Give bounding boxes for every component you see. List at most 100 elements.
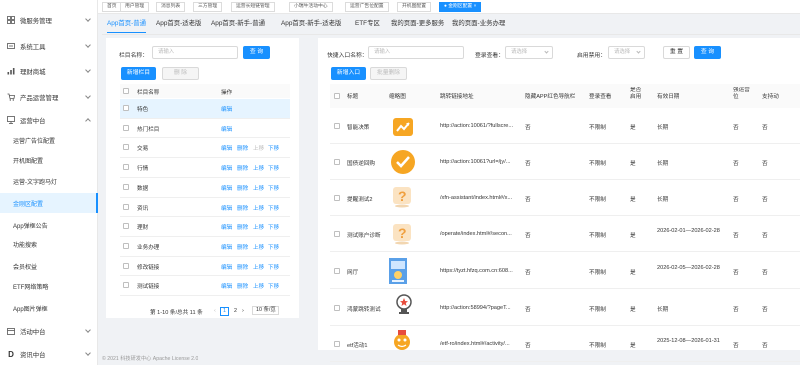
sidebar-sub-splash-config[interactable]: 开机图配置	[0, 150, 98, 170]
row-checkbox[interactable]	[123, 105, 129, 111]
move-down-link[interactable]: 下移	[268, 184, 279, 192]
row-checkbox[interactable]	[334, 231, 340, 237]
move-up-link[interactable]: 上移	[253, 164, 264, 172]
batch-delete-button[interactable]: 批量删除	[370, 67, 407, 80]
sidebar-item-system-tools[interactable]: 系统工具	[0, 35, 98, 57]
move-up-link[interactable]: 上移	[253, 144, 264, 152]
move-up-link[interactable]: 上移	[253, 282, 264, 290]
column-search-button[interactable]: 查 询	[243, 46, 270, 59]
add-column-button[interactable]: 新增栏目	[121, 67, 156, 80]
edit-link[interactable]: 编辑	[221, 144, 232, 152]
move-up-link[interactable]: 上移	[253, 223, 264, 231]
reset-button[interactable]: 重 置	[663, 46, 690, 59]
row-checkbox[interactable]	[123, 183, 129, 190]
move-up-link[interactable]: 上移	[253, 204, 264, 212]
delete-link[interactable]: 删除	[237, 164, 248, 172]
tab-app-home-normal[interactable]: App首页-普通	[107, 19, 147, 33]
edit-link[interactable]: 编辑	[221, 223, 232, 231]
pager-page-1[interactable]: 1	[220, 307, 229, 316]
page-tab-activity-center[interactable]: 小瑞牛活动中心	[289, 2, 333, 12]
row-checkbox[interactable]	[334, 123, 340, 129]
row-checkbox[interactable]	[123, 242, 129, 249]
close-icon[interactable]: ×	[474, 4, 477, 9]
sidebar-item-ops-center[interactable]: 运营中台	[0, 109, 98, 131]
add-entry-button[interactable]: 新增入口	[331, 67, 366, 80]
tab-mine-more-services[interactable]: 我的页面-更多服务	[391, 19, 444, 33]
edit-link[interactable]: 编辑	[221, 243, 232, 251]
row-checkbox[interactable]	[123, 164, 129, 171]
delete-link[interactable]: 删除	[237, 282, 248, 290]
page-tab-ad-config[interactable]: 运营广告位配置	[345, 2, 389, 12]
row-checkbox[interactable]	[334, 268, 340, 274]
sidebar-item-microservice[interactable]: 微服务管理	[0, 9, 98, 31]
sidebar-sub-ad-config[interactable]: 运营广告位配置	[0, 130, 98, 150]
page-tab-splash-config[interactable]: 开机图配置	[397, 2, 431, 12]
sidebar-sub-marquee[interactable]: 运营-文字跑马灯	[0, 171, 98, 191]
page-tab-short-links[interactable]: 运营长短链管理	[231, 2, 275, 12]
tab-app-home-newbie-elderly[interactable]: App首页-新手-适老版	[281, 19, 341, 33]
row-checkbox[interactable]	[123, 144, 129, 151]
sidebar-sub-app-popup[interactable]: App弹框公告	[0, 215, 98, 235]
row-checkbox[interactable]	[123, 282, 129, 289]
sidebar-sub-app-image-popup[interactable]: App图片弹框	[0, 298, 98, 318]
sidebar-item-product-ops[interactable]: 产品运营管理	[0, 86, 98, 108]
row-checkbox[interactable]	[334, 341, 340, 347]
delete-link[interactable]: 删除	[237, 144, 248, 152]
tab-app-home-newbie-normal[interactable]: App首页-新手-普通	[211, 19, 265, 33]
page-tab-users[interactable]: 用户管理	[120, 2, 150, 12]
row-checkbox[interactable]	[334, 195, 340, 201]
row-checkbox[interactable]	[123, 124, 129, 131]
move-down-link[interactable]: 下移	[268, 144, 279, 152]
delete-link[interactable]: 删除	[237, 263, 248, 271]
edit-link[interactable]: 编辑	[221, 125, 232, 133]
entry-name-input[interactable]: 请输入	[368, 46, 464, 59]
move-down-link[interactable]: 下移	[268, 164, 279, 172]
move-down-link[interactable]: 下移	[268, 282, 279, 290]
move-up-link[interactable]: 上移	[253, 263, 264, 271]
edit-link[interactable]: 编辑	[221, 263, 232, 271]
sidebar-item-wealth-mall[interactable]: 理财商城	[0, 60, 98, 82]
sidebar-sub-function-search[interactable]: 功能搜索	[0, 234, 98, 254]
row-checkbox[interactable]	[334, 305, 340, 311]
login-view-select[interactable]: 请选择	[505, 46, 553, 59]
row-checkbox[interactable]	[123, 223, 129, 230]
pager-page-2[interactable]: 2	[231, 307, 240, 316]
delete-link[interactable]: 删除	[237, 184, 248, 192]
edit-link[interactable]: 编辑	[221, 282, 232, 290]
delete-link[interactable]: 删除	[237, 243, 248, 251]
select-all-checkbox[interactable]	[123, 88, 129, 94]
move-down-link[interactable]: 下移	[268, 243, 279, 251]
move-up-link[interactable]: 上移	[253, 184, 264, 192]
move-up-link[interactable]: 上移	[253, 243, 264, 251]
move-down-link[interactable]: 下移	[268, 204, 279, 212]
edit-link[interactable]: 编辑	[221, 184, 232, 192]
sidebar-item-activity-center[interactable]: 活动中台	[0, 320, 98, 342]
sidebar-sub-etf-strategy[interactable]: ETF网络策略	[0, 276, 98, 296]
edit-link[interactable]: 编辑	[221, 164, 232, 172]
sidebar-sub-kingkong[interactable]: 金刚区配置	[0, 193, 98, 213]
delete-link[interactable]: 删除	[237, 204, 248, 212]
sidebar-sub-member-rights[interactable]: 会员权益	[0, 256, 98, 276]
enable-select[interactable]: 请选择	[608, 46, 645, 59]
move-down-link[interactable]: 下移	[268, 223, 279, 231]
page-tab-kingkong[interactable]: ● 金刚区配置 ×	[439, 2, 482, 12]
move-down-link[interactable]: 下移	[268, 263, 279, 271]
delete-column-button[interactable]: 删 除	[162, 67, 199, 80]
row-checkbox[interactable]	[123, 262, 129, 269]
edit-link[interactable]: 编辑	[221, 105, 232, 113]
page-tab-home[interactable]: 首页	[102, 2, 122, 12]
entry-search-button[interactable]: 查 询	[694, 46, 721, 59]
sidebar-item-news-center[interactable]: D 资讯中台	[0, 343, 98, 365]
page-size-select[interactable]: 10 条/页	[252, 306, 279, 315]
column-name-input[interactable]: 请输入	[152, 46, 238, 59]
edit-link[interactable]: 编辑	[221, 204, 232, 212]
row-checkbox[interactable]	[123, 203, 129, 210]
pager-next-icon[interactable]: ›	[242, 308, 244, 314]
page-tab-messages[interactable]: 消息列表	[156, 2, 186, 12]
tab-etf-zone[interactable]: ETF专区	[355, 19, 380, 33]
row-checkbox[interactable]	[334, 159, 340, 165]
pager-prev-icon[interactable]: ‹	[214, 308, 216, 314]
tab-app-home-elderly[interactable]: App首页-适老版	[156, 19, 201, 33]
tab-mine-business[interactable]: 我的页面-业务办理	[452, 19, 505, 33]
delete-link[interactable]: 删除	[237, 223, 248, 231]
